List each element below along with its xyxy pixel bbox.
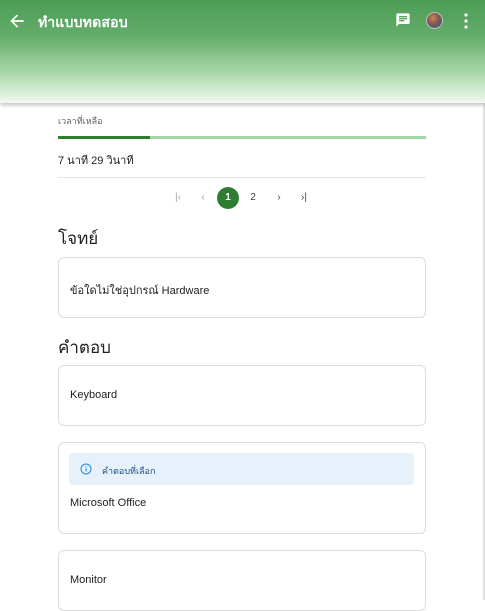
divider xyxy=(58,177,426,178)
question-heading: โจทย์ xyxy=(58,229,99,248)
answer-option-2[interactable]: คำตอบที่เลือก Microsoft Office xyxy=(58,442,426,534)
page-1-button[interactable]: 1 xyxy=(217,187,239,209)
back-button[interactable] xyxy=(7,11,27,31)
selected-answer-tag: คำตอบที่เลือก xyxy=(69,453,414,485)
info-icon xyxy=(80,463,92,475)
last-page-button[interactable]: ›| xyxy=(293,187,315,209)
question-card: ข้อใดไม่ใช่อุปกรณ์ Hardware xyxy=(58,257,426,318)
answer-option-3[interactable]: Monitor xyxy=(58,550,426,611)
avatar[interactable] xyxy=(426,12,443,29)
more-options-button[interactable] xyxy=(461,12,471,30)
more-vert-icon xyxy=(464,13,468,29)
answers-heading: คำตอบ xyxy=(58,338,111,357)
question-text: ข้อใดไม่ใช่อุปกรณ์ Hardware xyxy=(70,285,210,297)
selected-answer-label: คำตอบที่เลือก xyxy=(102,466,156,476)
first-page-button[interactable]: |‹ xyxy=(167,187,189,209)
page-2-button[interactable]: 2 xyxy=(242,187,264,209)
answer-option-text: Keyboard xyxy=(70,389,118,401)
time-progress-fill xyxy=(58,136,150,139)
chat-icon xyxy=(396,13,410,27)
prev-page-button[interactable]: ‹ xyxy=(192,187,214,209)
answer-option-text: Monitor xyxy=(70,574,107,586)
answer-option-text: Microsoft Office xyxy=(70,497,147,509)
pagination: |‹ ‹ 1 2 › ›| xyxy=(166,187,316,209)
time-progress-bar xyxy=(58,136,426,139)
answer-option-1[interactable]: Keyboard xyxy=(58,365,426,426)
back-arrow-icon xyxy=(10,14,24,28)
chat-button[interactable] xyxy=(395,12,411,28)
next-page-button[interactable]: › xyxy=(268,187,290,209)
page-title: ทำแบบทดสอบ xyxy=(38,14,128,30)
app-bar: ทำแบบทดสอบ xyxy=(0,0,485,103)
timer-value: 7 นาที 29 วินาที xyxy=(58,155,134,167)
timer-label: เวลาที่เหลือ xyxy=(58,116,103,126)
